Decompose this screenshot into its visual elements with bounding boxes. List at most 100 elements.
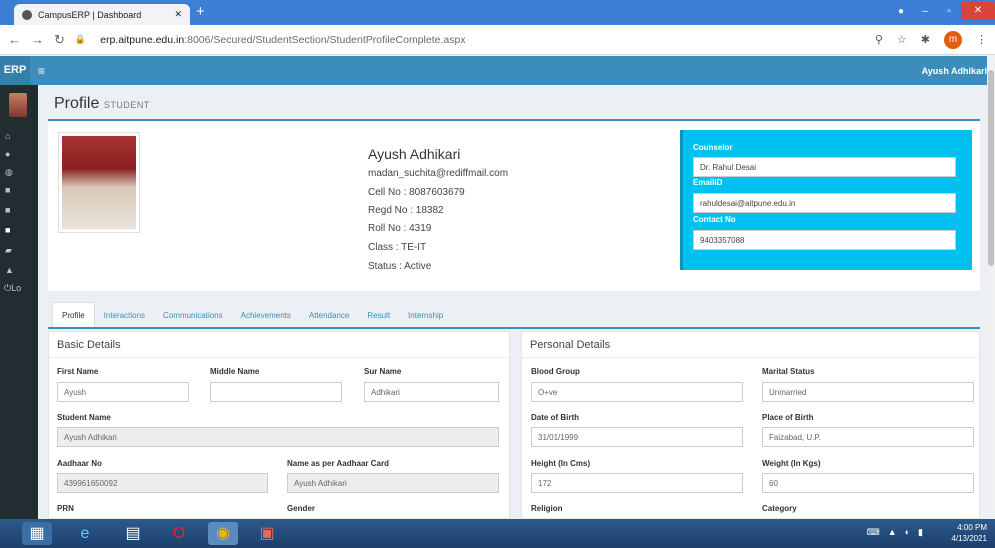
sur-name-field[interactable]: Adhikari [364, 382, 499, 402]
logout-icon[interactable]: ⏻Lo [4, 283, 21, 294]
back-icon[interactable]: ← [8, 32, 21, 47]
height-label: Height (In Cms) [531, 459, 591, 468]
globe-icon[interactable]: ◍ [5, 167, 13, 178]
student-status: Status : Active [368, 261, 432, 272]
folder-icon[interactable]: ■ [5, 185, 10, 195]
blood-group-field[interactable]: O+ve [531, 382, 743, 402]
student-name-label: Student Name [57, 413, 111, 422]
gender-label: Gender [287, 504, 316, 513]
student-photo-image [62, 136, 136, 229]
middle-name-field[interactable] [210, 382, 342, 402]
student-name-field[interactable]: Ayush Adhikari [57, 427, 499, 447]
student-class: Class : TE-IT [368, 242, 427, 253]
taskbar-clock[interactable]: 4:00 PM 4/13/2021 [951, 522, 987, 544]
vertical-scrollbar[interactable] [987, 56, 995, 519]
counselor-email-field[interactable]: rahuldesai@aitpune.edu.in [693, 193, 956, 213]
pob-field[interactable]: Faizabad, U.P. [762, 427, 974, 447]
menu-kebab-icon[interactable]: ⋮ [976, 33, 987, 46]
clock-date: 4/13/2021 [951, 534, 987, 543]
chrome-icon[interactable]: ◉ [208, 522, 238, 545]
app-header: ERP ≡ Ayush Adhikari [0, 56, 995, 85]
first-name-label: First Name [57, 367, 99, 376]
personal-details-panel: Personal Details Blood Group O+ve Marita… [521, 331, 980, 519]
page-title-text: Profile [54, 95, 100, 112]
extensions-icon[interactable]: ✱ [921, 33, 930, 46]
profile-avatar[interactable]: m [944, 30, 962, 49]
marital-status-field[interactable]: Unmarried [762, 382, 974, 402]
sur-name-label: Sur Name [364, 367, 402, 376]
aadhaar-name-label: Name as per Aadhaar Card [287, 459, 389, 468]
tab-achievements[interactable]: Achievements [232, 311, 300, 327]
tab-title: CampusERP | Dashboard [38, 9, 142, 20]
tab-result[interactable]: Result [358, 311, 399, 327]
start-button-icon[interactable]: ▦ [22, 522, 52, 545]
erp-logo[interactable]: ERP [0, 56, 30, 85]
aadhaar-name-field[interactable]: Ayush Adhikari [287, 473, 499, 493]
counselor-contact-label: Contact No [693, 215, 736, 224]
student-photo [58, 132, 140, 233]
minimize-icon[interactable]: – [913, 6, 937, 17]
opera-icon[interactable]: O [164, 522, 194, 545]
profile-dot-icon[interactable]: ● [889, 6, 913, 17]
network-icon[interactable]: ▮ [918, 527, 923, 538]
system-tray: ⌨ ▲ ◐ ▮ [867, 527, 923, 538]
clock-time: 4:00 PM [957, 523, 987, 532]
counselor-name-field[interactable]: Dr. Rahul Desai [693, 157, 956, 177]
weight-field[interactable]: 60 [762, 473, 974, 493]
tab-profile[interactable]: Profile [52, 302, 95, 327]
first-name-field[interactable]: Ayush [57, 382, 189, 402]
student-roll: Roll No : 4319 [368, 223, 432, 234]
scrollbar-thumb[interactable] [988, 70, 994, 266]
aadhaar-label: Aadhaar No [57, 459, 102, 468]
new-tab-button[interactable]: + [196, 4, 205, 20]
religion-label: Religion [531, 504, 563, 513]
height-field[interactable]: 172 [531, 473, 743, 493]
header-user-name[interactable]: Ayush Adhikari [922, 66, 987, 76]
user-icon[interactable]: ● [5, 149, 10, 159]
counselor-box: Counselor Dr. Rahul Desai EmailID rahuld… [680, 130, 972, 270]
zoom-icon[interactable]: ⚲ [875, 33, 883, 46]
bookmark-star-icon[interactable]: ☆ [897, 33, 907, 46]
presentation-icon[interactable]: ▣ [252, 522, 282, 545]
reload-icon[interactable]: ↻ [54, 32, 65, 48]
browser-tab[interactable]: CampusERP | Dashboard ✕ [14, 4, 190, 25]
tab-communications[interactable]: Communications [154, 311, 232, 327]
dob-field[interactable]: 31/01/1999 [531, 427, 743, 447]
internet-explorer-icon[interactable]: e [70, 522, 100, 545]
lock-icon[interactable]: ▲ [5, 265, 14, 275]
counselor-contact-field[interactable]: 9403357088 [693, 230, 956, 250]
window-controls: ● – ▫ ✕ [889, 0, 995, 22]
forward-icon[interactable]: → [31, 32, 44, 47]
counselor-label: Counselor [693, 143, 733, 152]
tab-internship[interactable]: Internship [399, 311, 452, 327]
panel-divider [522, 357, 979, 358]
marital-status-label: Marital Status [762, 367, 815, 376]
dob-label: Date of Birth [531, 413, 579, 422]
volume-icon[interactable]: ◐ [905, 527, 910, 538]
url-path: :8006/Secured/StudentSection/StudentProf… [184, 33, 466, 46]
close-window-icon[interactable]: ✕ [961, 2, 995, 20]
folder-open-icon[interactable]: ■ [5, 225, 10, 235]
institution-icon[interactable]: ⌂ [5, 131, 10, 141]
hamburger-menu-icon[interactable]: ≡ [38, 64, 45, 78]
tab-interactions[interactable]: Interactions [95, 311, 154, 327]
sidebar: ⌂ ● ◍ ■ ■ ■ ▰ ▲ ⏻Lo [0, 85, 38, 519]
logout-label: Lo [11, 283, 22, 293]
word-icon[interactable]: ▤ [118, 522, 148, 545]
weight-label: Weight (In Kgs) [762, 459, 821, 468]
tab-attendance[interactable]: Attendance [300, 311, 358, 327]
student-regd: Regd No : 18382 [368, 205, 444, 216]
folder-icon[interactable]: ■ [5, 205, 10, 215]
url-field[interactable]: erp.aitpune.edu.in:8006/Secured/StudentS… [100, 34, 465, 46]
chrome-favicon-icon [22, 9, 32, 20]
sidebar-user-avatar [9, 93, 27, 117]
close-tab-icon[interactable]: ✕ [174, 9, 182, 20]
personal-details-title: Personal Details [530, 339, 611, 351]
maximize-icon[interactable]: ▫ [937, 6, 961, 17]
book-icon[interactable]: ▰ [5, 245, 12, 256]
page-subtitle: STUDENT [103, 100, 150, 110]
aadhaar-field[interactable]: 439961650092 [57, 473, 268, 493]
keyboard-icon[interactable]: ⌨ [867, 527, 880, 538]
tray-arrow-icon[interactable]: ▲ [888, 527, 897, 538]
basic-details-panel: Basic Details First Name Ayush Middle Na… [48, 331, 510, 519]
